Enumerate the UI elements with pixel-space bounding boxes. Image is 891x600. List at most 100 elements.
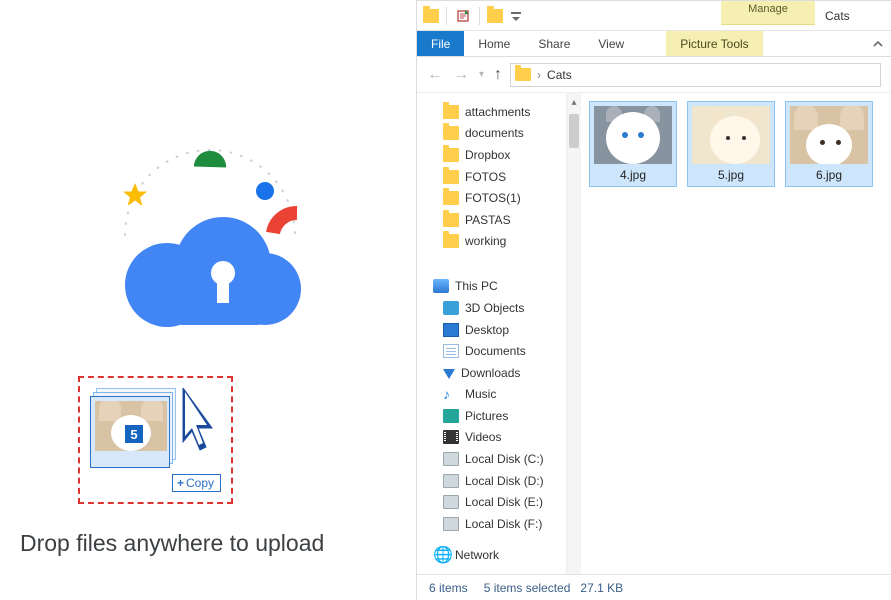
nav-pc-item[interactable]: Local Disk (C:) (429, 448, 566, 470)
nav-folder-item[interactable]: PASTAS (429, 209, 566, 231)
nav-folder-item[interactable]: working (429, 230, 566, 252)
nav-item-label: Local Disk (F:) (465, 517, 542, 531)
breadcrumb[interactable]: Cats (547, 68, 572, 82)
file-item[interactable]: 5.jpg (687, 101, 775, 187)
tab-home[interactable]: Home (464, 31, 524, 56)
scroll-thumb[interactable] (569, 114, 579, 148)
nav-item-label: Network (455, 548, 499, 562)
pc-icon (433, 279, 449, 293)
nav-pc-item[interactable]: Documents (429, 340, 566, 362)
file-thumbnail (790, 106, 868, 164)
nav-scrollbar[interactable]: ▴ (567, 93, 581, 574)
nav-item-label: Local Disk (D:) (465, 474, 544, 488)
nav-item-label: Documents (465, 344, 526, 358)
file-thumbnail (692, 106, 770, 164)
nav-pc-item[interactable]: Videos (429, 427, 566, 449)
nav-pc-item[interactable]: Local Disk (D:) (429, 470, 566, 492)
tab-view[interactable]: View (584, 31, 638, 56)
drag-preview-overlay: 5 + Copy (78, 376, 233, 504)
cursor-arrow-icon (178, 388, 218, 456)
folder-icon (443, 126, 459, 140)
drag-copy-hint: + Copy (172, 474, 221, 492)
vids-icon (443, 430, 459, 444)
upload-caption: Drop files anywhere to upload (20, 530, 390, 557)
ribbon-tabs: File Home Share View Picture Tools (417, 31, 891, 57)
file-list[interactable]: 4.jpg 5.jpg 6.jpg (581, 93, 891, 574)
tab-file[interactable]: File (417, 31, 464, 56)
nav-pc-item[interactable]: Pictures (429, 405, 566, 427)
downloads-icon (443, 369, 455, 379)
file-item[interactable]: 6.jpg (785, 101, 873, 187)
nav-item-label: Local Disk (C:) (465, 452, 544, 466)
nav-item-label: attachments (465, 105, 530, 119)
folder-icon (443, 170, 459, 184)
nav-pc-item[interactable]: Local Disk (F:) (429, 513, 566, 535)
file-name: 5.jpg (718, 168, 744, 182)
nav-item-label: This PC (455, 279, 498, 293)
nav-item-label: Dropbox (465, 148, 510, 162)
nav-pc-item[interactable]: Local Disk (E:) (429, 491, 566, 513)
music-icon: ♪ (443, 387, 459, 401)
nav-item-label: Videos (465, 430, 501, 444)
nav-folder-item[interactable]: Dropbox (429, 144, 566, 166)
nav-folder-item[interactable]: FOTOS (429, 166, 566, 188)
obj3d-icon (443, 301, 459, 315)
folder-icon (443, 191, 459, 205)
status-selection-count: 5 items selected (484, 581, 571, 595)
nav-recent-dropdown-icon[interactable]: ▾ (479, 70, 484, 80)
title-bar: Manage Cats (417, 1, 891, 31)
nav-item-label: Pictures (465, 409, 508, 423)
nav-item-label: PASTAS (465, 213, 511, 227)
disk-icon (443, 452, 459, 466)
scroll-up-icon[interactable]: ▴ (571, 97, 576, 108)
qat-dropdown-icon[interactable] (507, 7, 525, 25)
nav-item-label: FOTOS(1) (465, 191, 521, 205)
nav-pc-item[interactable]: 3D Objects (429, 297, 566, 319)
nav-item-label: Local Disk (E:) (465, 495, 543, 509)
nav-folder-item[interactable]: documents (429, 123, 566, 145)
disk-icon (443, 517, 459, 531)
file-name: 4.jpg (620, 168, 646, 182)
nav-up-icon[interactable]: ↑ (494, 67, 502, 83)
nav-item-label: Music (465, 387, 496, 401)
nav-pc-item[interactable]: ♪ Music (429, 383, 566, 405)
nav-item-label: working (465, 234, 506, 248)
nav-item-label: Desktop (465, 323, 509, 337)
file-item[interactable]: 4.jpg (589, 101, 677, 187)
nav-network[interactable]: 🌐 Network (429, 545, 566, 567)
nav-pc-item[interactable]: Desktop (429, 319, 566, 341)
nav-folder-item[interactable]: attachments (429, 101, 566, 123)
nav-forward-icon[interactable]: → (453, 67, 469, 83)
tab-picture-tools[interactable]: Picture Tools (666, 31, 762, 56)
plus-icon: + (177, 476, 184, 490)
qat-properties-icon[interactable] (454, 7, 472, 25)
nav-this-pc[interactable]: This PC (429, 276, 566, 298)
cloud-upload-illustration (105, 155, 315, 335)
nav-folder-item[interactable]: FOTOS(1) (429, 187, 566, 209)
desktop-icon (443, 323, 459, 337)
address-bar[interactable]: › Cats (510, 63, 881, 87)
nav-pc-item[interactable]: Downloads (429, 362, 566, 384)
ribbon-collapse-icon[interactable] (865, 31, 891, 56)
folder-icon (423, 9, 439, 23)
nav-item-label: Downloads (461, 366, 520, 380)
quick-access-toolbar (417, 7, 525, 25)
drag-count-badge: 5 (123, 423, 145, 445)
nav-item-label: documents (465, 126, 524, 140)
folder-icon (515, 68, 531, 81)
nav-back-icon[interactable]: ← (427, 67, 443, 83)
status-selection-size: 27.1 KB (580, 581, 623, 595)
tab-share[interactable]: Share (524, 31, 584, 56)
nav-item-label: 3D Objects (465, 301, 524, 315)
file-thumbnail (594, 106, 672, 164)
upload-target[interactable]: 5 + Copy Drop files anywhere to upload (0, 0, 410, 600)
pics-icon (443, 409, 459, 423)
navigation-tree[interactable]: attachments documents Dropbox FOTOS FOTOS(1)… (417, 93, 567, 574)
folder-icon (443, 148, 459, 162)
contextual-tab-header: Manage (721, 1, 815, 25)
folder-icon (443, 105, 459, 119)
network-icon: 🌐 (433, 548, 449, 562)
folder-icon (487, 9, 503, 23)
folder-icon (443, 213, 459, 227)
chevron-right-icon: › (537, 68, 541, 82)
